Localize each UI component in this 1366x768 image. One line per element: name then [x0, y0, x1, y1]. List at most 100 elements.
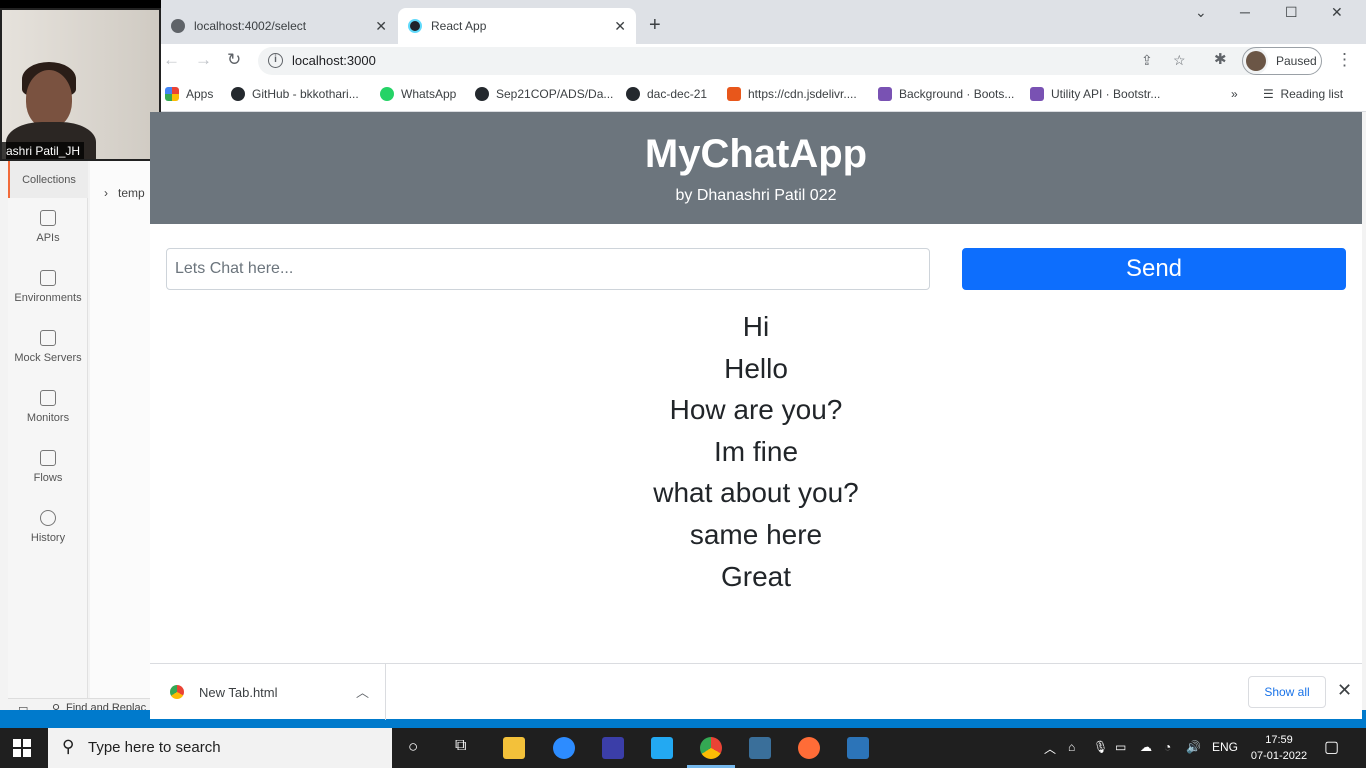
photos-icon[interactable]: [847, 737, 869, 759]
bookmark-bootstrap-background[interactable]: Background · Boots...: [878, 87, 1014, 101]
microphone-icon[interactable]: 🎙: [1093, 740, 1108, 754]
file-explorer-icon[interactable]: [503, 737, 525, 759]
bookmark-apps[interactable]: Apps: [165, 87, 213, 101]
close-tab-icon[interactable]: ✕: [375, 8, 387, 44]
new-tab-button[interactable]: +: [649, 13, 661, 37]
bookmark-sep21cop[interactable]: Sep21COP/ADS/Da...: [475, 87, 613, 101]
taskbar-search-box[interactable]: ⚲ Type here to search: [48, 728, 392, 768]
rail-item-environments[interactable]: Environments: [8, 270, 88, 304]
chrome-icon[interactable]: [700, 737, 722, 759]
input-language[interactable]: ENG: [1212, 740, 1238, 754]
rail-item-history[interactable]: History: [8, 510, 88, 544]
menu-kebab-icon[interactable]: ⋮: [1336, 50, 1353, 70]
download-item[interactable]: New Tab.html ︿: [150, 664, 386, 720]
tree-item-label: temp: [118, 186, 145, 200]
message-item: Great: [720, 560, 792, 592]
maximize-button[interactable]: ☐: [1285, 4, 1298, 21]
app-header: MyChatApp by Dhanashri Patil 022: [150, 112, 1362, 224]
windows-start-icon[interactable]: [13, 739, 31, 757]
wifi-icon[interactable]: ◔: [1164, 740, 1171, 754]
mysql-workbench-icon[interactable]: [749, 737, 771, 759]
app-icon[interactable]: [602, 737, 624, 759]
close-tab-icon[interactable]: ✕: [614, 8, 626, 44]
address-bar[interactable]: i localhost:3000 ⇪ ☆: [258, 47, 1268, 75]
clock-time: 17:59: [1265, 734, 1293, 746]
postman-icon[interactable]: [798, 737, 820, 759]
whatsapp-icon: [380, 87, 394, 101]
download-bar: New Tab.html ︿ Show all ✕: [150, 663, 1362, 720]
tab-title: React App: [431, 19, 487, 33]
share-icon[interactable]: ⇪: [1141, 52, 1153, 69]
rail-item-label: Environments: [14, 292, 82, 304]
profile-button[interactable]: Paused: [1242, 47, 1322, 75]
bookmark-bootstrap-utility[interactable]: Utility API · Bootstr...: [1030, 87, 1160, 101]
browser-toolbar: ← → ↻ i localhost:3000 ⇪ ☆ ✱ Paused ⋮: [161, 44, 1366, 78]
bookmark-github-bkkothari[interactable]: GitHub - bkkothari...: [231, 87, 359, 101]
extensions-icon[interactable]: ✱: [1214, 50, 1227, 68]
bookmark-jsdelivr[interactable]: https://cdn.jsdelivr....: [727, 87, 857, 101]
bookmark-label: WhatsApp: [401, 87, 457, 101]
apps-grid-icon: [165, 87, 179, 101]
postman-sidebar: Collections APIs Environments Mock Serve…: [8, 150, 88, 700]
react-icon: [408, 19, 422, 33]
message-item: Hello: [724, 352, 788, 384]
rail-item-apis[interactable]: APIs: [8, 210, 88, 244]
avatar: [1246, 51, 1266, 71]
rail-item-flows[interactable]: Flows: [8, 450, 88, 484]
rail-item-monitors[interactable]: Monitors: [8, 390, 88, 424]
cortana-icon[interactable]: ○: [408, 737, 418, 757]
back-icon[interactable]: ←: [163, 50, 180, 70]
clock-date: 07-01-2022: [1250, 750, 1308, 762]
message-item: Im fine: [713, 435, 799, 467]
network-device-icon[interactable]: ⌂: [1068, 740, 1075, 754]
github-icon: [231, 87, 245, 101]
minimize-button[interactable]: ─: [1240, 4, 1250, 20]
onedrive-icon[interactable]: ☁: [1140, 740, 1152, 754]
rail-item-label: Monitors: [26, 412, 70, 424]
tab-react-app[interactable]: React App ✕: [398, 8, 636, 44]
bookmark-dac-dec-21[interactable]: dac-dec-21: [626, 87, 707, 101]
battery-icon[interactable]: ▭: [1115, 740, 1126, 754]
message-item: How are you?: [669, 394, 843, 426]
bootstrap-icon: [1030, 87, 1044, 101]
forward-icon[interactable]: →: [195, 50, 212, 70]
notifications-icon[interactable]: ▢: [1324, 737, 1339, 757]
vscode-icon[interactable]: [651, 737, 673, 759]
volume-icon[interactable]: 🔊: [1186, 740, 1201, 754]
apis-icon: [40, 210, 56, 226]
bookmark-star-icon[interactable]: ☆: [1173, 52, 1186, 69]
tab-search-icon[interactable]: ⌄: [1195, 4, 1207, 21]
windows-taskbar: ⚲ Type here to search ○ ⧉ ︿ ⌂ 🎙 ▭ ☁ ◔ 🔊 …: [0, 728, 1366, 768]
tab-title: localhost:4002/select: [194, 19, 307, 33]
chevron-up-icon[interactable]: ︿: [356, 682, 369, 701]
bookmark-whatsapp[interactable]: WhatsApp: [380, 87, 456, 101]
message-item: what about you?: [653, 477, 859, 509]
reload-icon[interactable]: ↻: [227, 50, 241, 70]
globe-icon: [171, 19, 185, 33]
reading-list-label: Reading list: [1280, 87, 1344, 101]
close-icon[interactable]: ✕: [1337, 680, 1352, 701]
history-icon: [40, 510, 56, 526]
message-item: Hi: [742, 311, 770, 342]
rail-item-label: APIs: [36, 232, 60, 244]
tree-item[interactable]: › temp: [104, 186, 145, 200]
zoom-icon[interactable]: [553, 737, 575, 759]
bookmark-label: Apps: [186, 87, 214, 101]
rail-item-mock-servers[interactable]: Mock Servers: [8, 330, 88, 364]
reading-list-button[interactable]: ☰ Reading list: [1263, 87, 1343, 101]
tab-localhost-4002[interactable]: localhost:4002/select ✕: [161, 8, 397, 44]
webcam-overlay: ashri Patil_JH: [0, 8, 161, 161]
rail-item-label: Mock Servers: [14, 352, 82, 364]
app-title: MyChatApp: [644, 132, 868, 176]
chat-message-input[interactable]: [166, 248, 930, 290]
show-all-button[interactable]: Show all: [1248, 676, 1326, 708]
close-window-button[interactable]: ✕: [1331, 4, 1343, 21]
more-bookmarks-icon[interactable]: »: [1231, 87, 1238, 101]
system-clock[interactable]: 17:59 07-01-2022: [1249, 732, 1309, 764]
jsdelivr-icon: [727, 87, 741, 101]
task-view-icon[interactable]: ⧉: [455, 737, 466, 755]
bookmarks-bar: Apps GitHub - bkkothari... WhatsApp Sep2…: [161, 78, 1366, 112]
send-button[interactable]: Send: [962, 248, 1346, 290]
chevron-up-icon[interactable]: ︿: [1044, 740, 1056, 757]
site-info-icon[interactable]: i: [268, 53, 283, 68]
